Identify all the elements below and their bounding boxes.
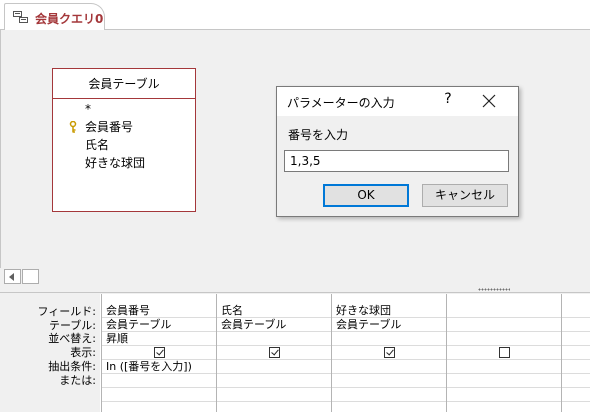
show-cell[interactable] [562,346,590,360]
row-label-sort: 並べ替え: [48,332,96,345]
grid-column-1: 会員番号 会員テーブル 昇順 In ([番号を入力]) [101,294,216,412]
sort-cell[interactable] [217,332,331,346]
empty-cell[interactable] [562,388,590,402]
primary-key-icon [69,121,77,133]
field-cell[interactable]: 氏名 [217,304,331,318]
grid-row-labels: フィールド: テーブル: 並べ替え: 表示: 抽出条件: または: [0,294,100,412]
sort-cell[interactable]: 昇順 [102,332,216,346]
field-item-label: 会員番号 [85,120,134,134]
close-icon[interactable] [482,94,496,108]
cancel-button[interactable]: キャンセル [422,184,508,207]
field-cell[interactable] [447,304,561,318]
query-design-grid: フィールド: テーブル: 並べ替え: 表示: 抽出条件: または: 会員番号 会… [0,294,590,412]
or-cell[interactable] [562,374,590,388]
scrollbar-thumb[interactable] [22,269,39,284]
or-cell[interactable] [217,374,331,388]
field-list-items: * 会員番号 氏名 好きな球団 [53,99,195,172]
sort-cell[interactable] [562,332,590,346]
arrow-left-icon [9,273,14,281]
row-label-table: テーブル: [48,319,96,332]
table-field-list[interactable]: 会員テーブル * 会員番号 氏名 好きな球団 [52,68,196,212]
criteria-cell[interactable] [217,360,331,374]
show-cell [102,346,216,360]
field-cell[interactable] [562,304,590,318]
horizontal-scrollbar[interactable] [4,269,590,284]
grid-column-5 [561,294,590,412]
grid-column-3: 好きな球団 会員テーブル [331,294,446,412]
query-icon [13,11,28,23]
sort-cell[interactable] [447,332,561,346]
empty-cell[interactable] [447,388,561,402]
row-label-criteria: 抽出条件: [48,360,96,373]
query-tab[interactable]: 会員クエリ0 [4,3,105,30]
splitter-grip-icon[interactable] [478,288,510,291]
show-checkbox[interactable] [269,347,280,358]
field-item-label: 好きな球団 [85,156,146,170]
field-cell[interactable]: 会員番号 [102,304,216,318]
dialog-titlebar[interactable]: パラメーターの入力 ? [277,87,518,116]
or-cell[interactable] [332,374,446,388]
criteria-cell[interactable] [562,360,590,374]
query-tab-label: 会員クエリ0 [35,12,104,26]
table-cell[interactable]: 会員テーブル [217,318,331,332]
or-cell[interactable] [447,374,561,388]
field-cell[interactable]: 好きな球団 [332,304,446,318]
table-cell[interactable] [562,318,590,332]
empty-cell[interactable] [102,388,216,402]
criteria-cell[interactable] [332,360,446,374]
ok-button[interactable]: OK [323,184,409,207]
table-cell[interactable] [447,318,561,332]
field-item-member-number[interactable]: 会員番号 [53,118,195,136]
field-item-label: 氏名 [85,138,110,152]
field-item-all[interactable]: * [53,100,195,118]
parameter-dialog: パラメーターの入力 ? 番号を入力 1,3,5 OK キャンセル [276,86,519,217]
sort-cell[interactable] [332,332,446,346]
empty-cell[interactable] [332,388,446,402]
row-label-field: フィールド: [37,305,97,318]
row-label-show: 表示: [70,346,96,359]
show-checkbox[interactable] [499,347,510,358]
show-cell [447,346,561,360]
criteria-cell[interactable]: In ([番号を入力]) [102,360,216,374]
pane-splitter[interactable] [0,286,590,293]
field-list-title[interactable]: 会員テーブル [53,69,195,99]
criteria-cell[interactable] [447,360,561,374]
or-cell[interactable] [102,374,216,388]
grid-column-4 [446,294,561,412]
field-item-label: * [85,102,91,116]
empty-cell[interactable] [217,388,331,402]
show-cell [332,346,446,360]
row-label-or: または: [59,374,96,387]
document-tab-bar: 会員クエリ0 [0,0,590,30]
grid-column-2: 氏名 会員テーブル [216,294,331,412]
help-button[interactable]: ? [440,91,456,107]
parameter-input[interactable]: 1,3,5 [284,150,509,172]
show-checkbox[interactable] [154,347,165,358]
table-cell[interactable]: 会員テーブル [332,318,446,332]
parameter-prompt: 番号を入力 [288,128,349,142]
field-item-name[interactable]: 氏名 [53,136,195,154]
table-cell[interactable]: 会員テーブル [102,318,216,332]
dialog-title: パラメーターの入力 [287,96,395,110]
scroll-left-button[interactable] [4,269,21,284]
show-cell [217,346,331,360]
show-checkbox[interactable] [384,347,395,358]
field-item-favorite-team[interactable]: 好きな球団 [53,154,195,172]
